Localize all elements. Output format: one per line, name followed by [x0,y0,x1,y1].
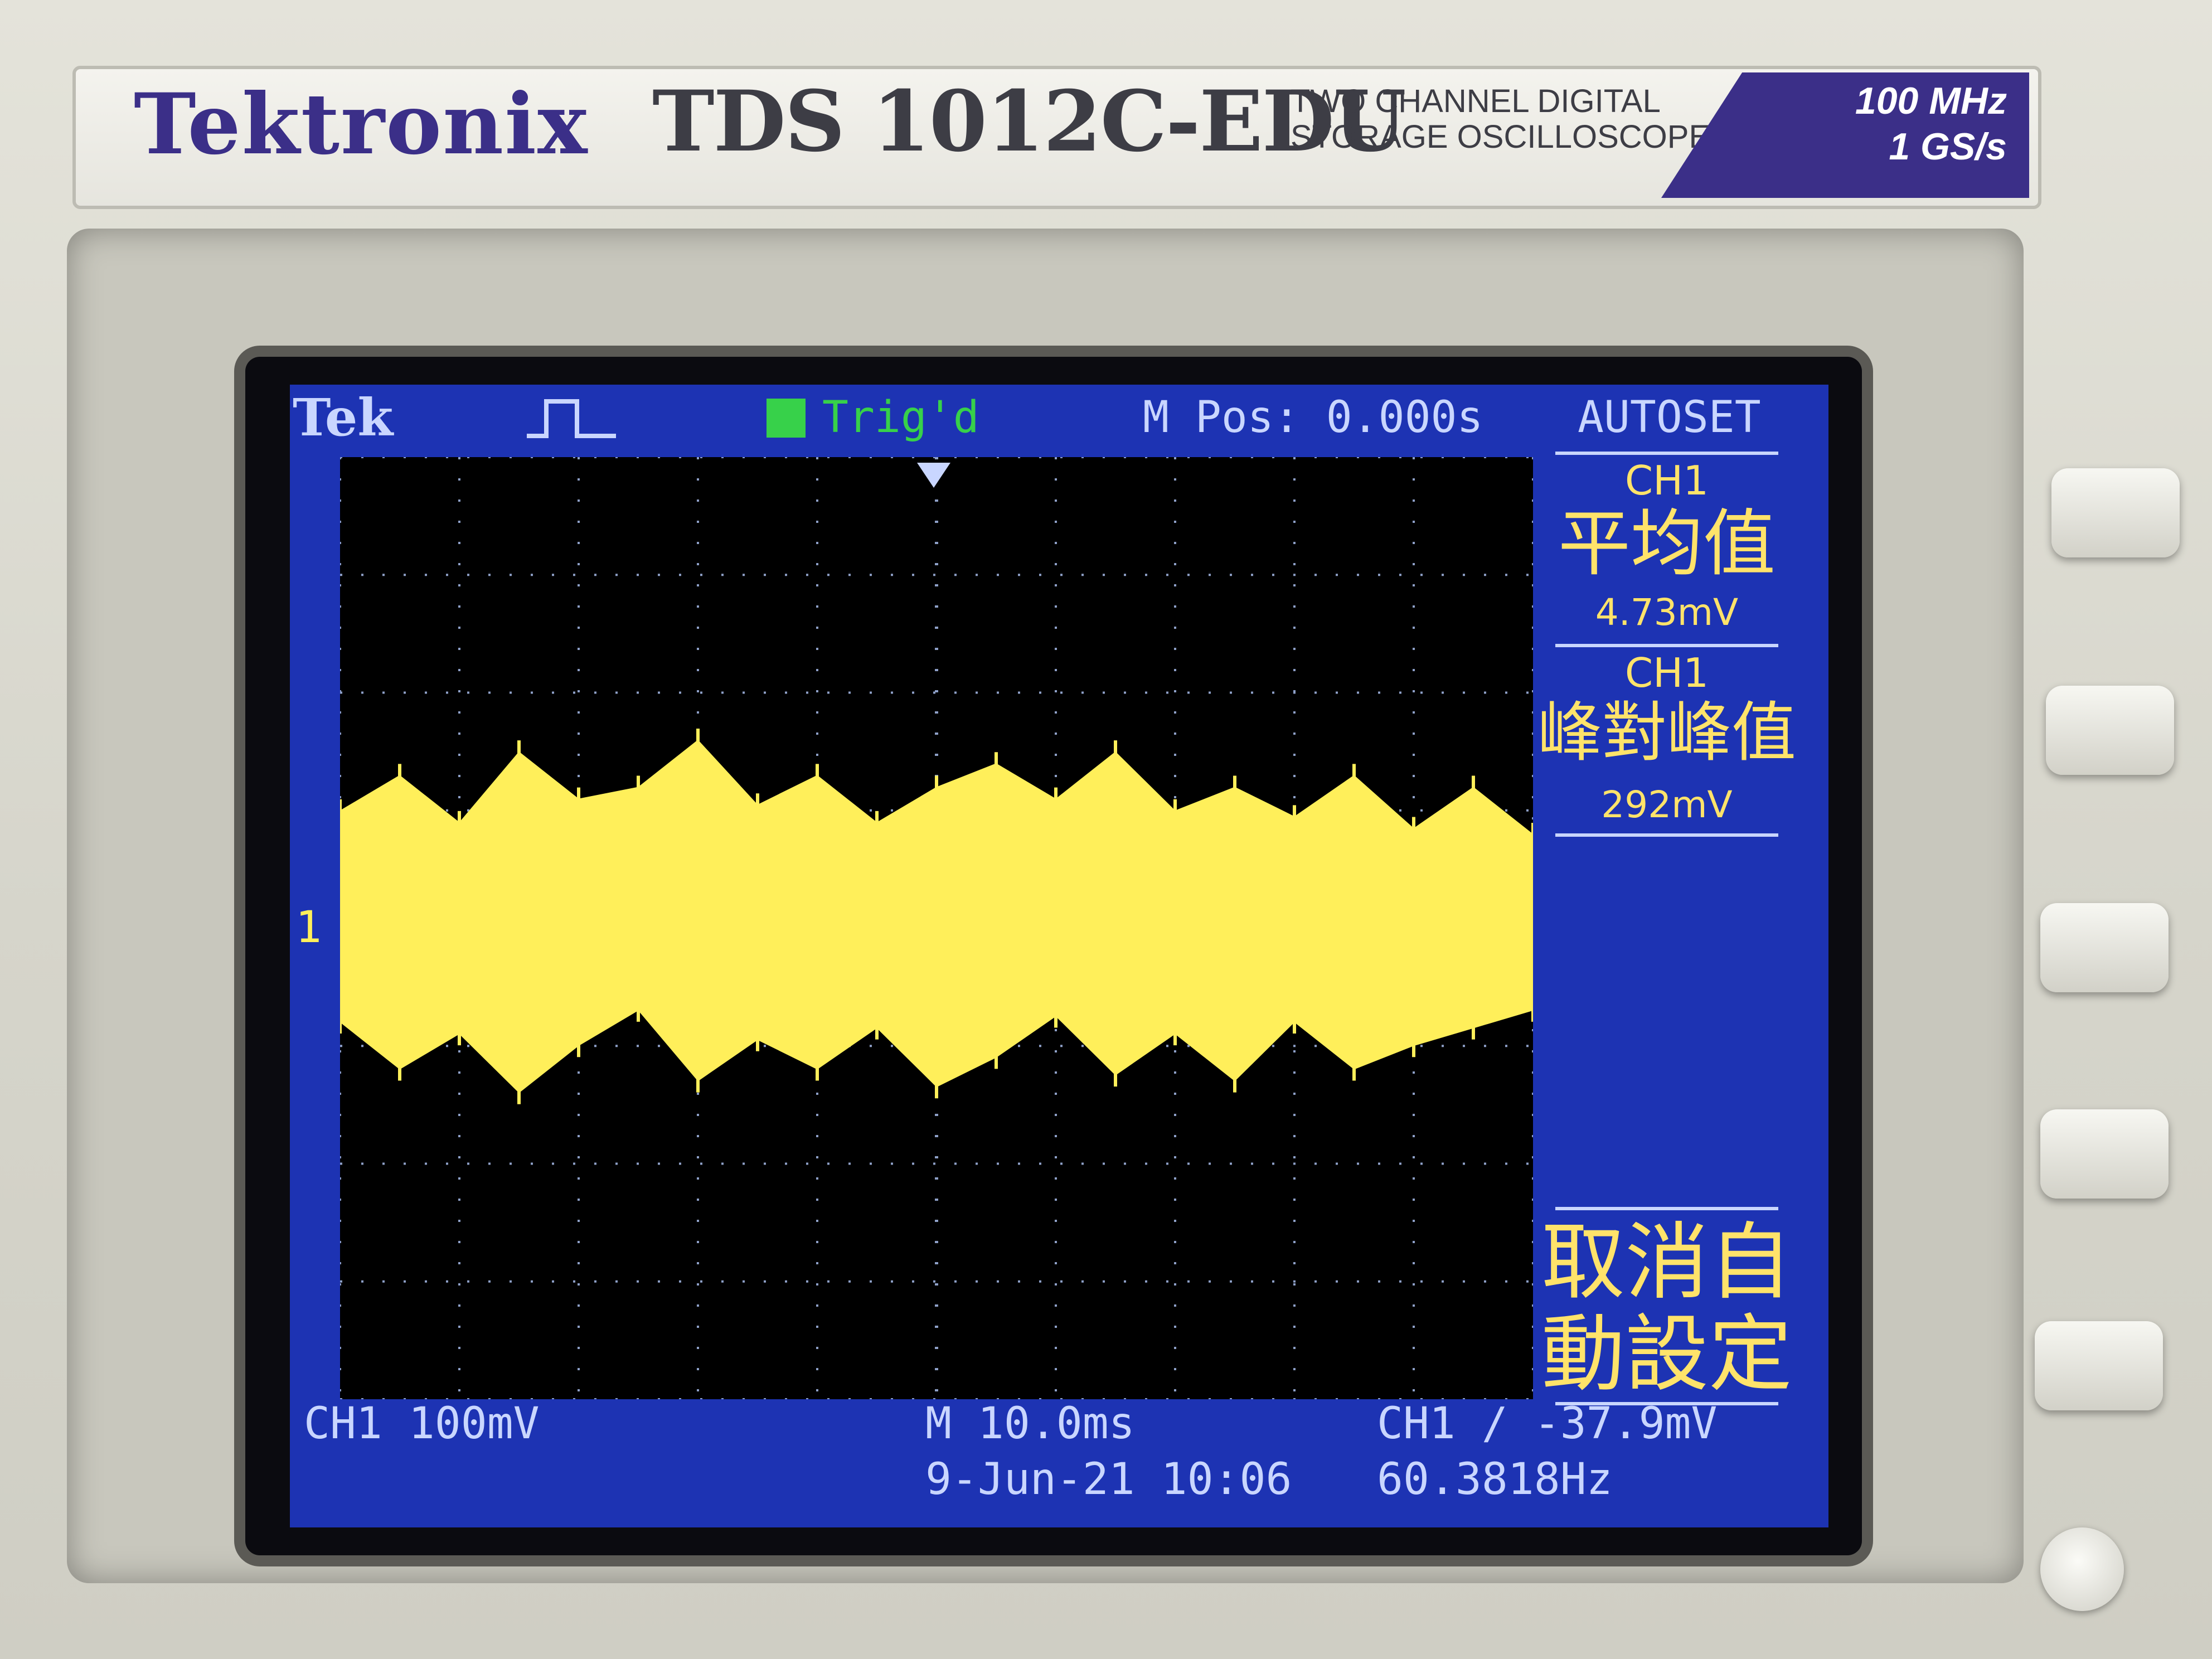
side-ch1-mean-channel: CH1 [1624,457,1709,504]
trigger-status: Trig'd [822,392,979,443]
side-pkpk-value: 292mV [1601,783,1733,826]
side-mean-label: 平均值 [1558,501,1776,586]
trigger-frequency: 60.3818Hz [1377,1454,1613,1505]
date-time: 9-Jun-21 10:06 [925,1454,1292,1505]
side-separator [1555,452,1778,455]
option-button-5[interactable] [2035,1321,2163,1410]
device-description: TWO CHANNEL DIGITAL STORAGE OSCILLOSCOPE [1291,84,1710,155]
option-button-3[interactable] [2040,903,2169,992]
sample-rate-label: 1 GS/s [1889,125,2007,168]
option-button-2[interactable] [2046,686,2174,775]
tek-logo: Tek [293,387,394,448]
description-line-1: TWO CHANNEL DIGITAL [1291,83,1661,119]
side-separator [1555,1207,1778,1210]
side-ch1-pkpk-channel: CH1 [1624,649,1709,696]
autoset-mode: AUTOSET [1578,392,1761,443]
cancel-autoset-line1[interactable]: 取消自 [1539,1215,1795,1310]
spec-text: 100 MHz 1 GS/s [1801,78,2007,169]
side-mean-value: 4.73mV [1595,591,1739,634]
side-separator [1555,833,1778,837]
ch1-scale: CH1 100mV [304,1399,540,1449]
timebase: M 10.0ms [925,1399,1135,1449]
side-pkpk-label: 峰對峰值 [1537,695,1796,770]
trigger-icon [767,399,806,438]
cancel-autoset-line2[interactable]: 動設定 [1539,1307,1795,1402]
option-button-1[interactable] [2051,468,2180,557]
graticule [338,456,1535,1400]
acquire-pulse-icon [527,399,616,438]
brand-logo: Tektronix [134,75,589,173]
description-line-2: STORAGE OSCILLOSCOPE [1291,119,1711,155]
trigger-level: CH1 ∕ -37.9mV [1377,1399,1718,1449]
side-separator [1555,644,1778,647]
control-knob[interactable] [2040,1527,2124,1611]
waveform-plot [338,456,1535,1400]
trigger-position-marker [917,463,950,488]
main-position: M Pos: 0.000s [1143,392,1483,443]
ch1-ground-marker: 1 [295,903,322,953]
ch1-trace [338,729,1535,1104]
bandwidth-label: 100 MHz [1855,80,2007,122]
option-button-4[interactable] [2040,1109,2169,1199]
